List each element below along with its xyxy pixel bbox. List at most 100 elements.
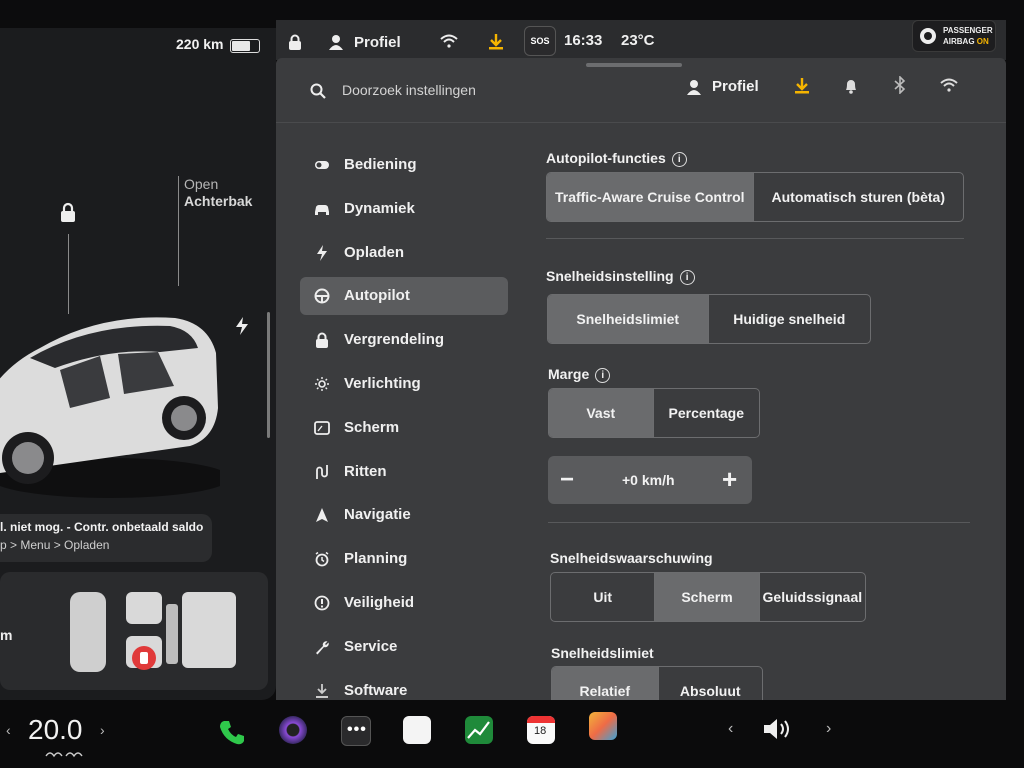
nav-item-verlichting[interactable]: Verlichting: [300, 365, 508, 403]
nav-item-scherm[interactable]: Scherm: [300, 409, 508, 447]
nav-item-label: Scherm: [344, 418, 400, 436]
divider: [548, 522, 970, 523]
trunk-pointer-line: [178, 176, 179, 286]
temp-down-chevron-icon[interactable]: ‹: [6, 722, 11, 738]
trips-icon: [316, 464, 328, 479]
nav-item-veiligheid[interactable]: Veiligheid: [300, 584, 508, 622]
margin-title: Marge i: [548, 366, 611, 383]
notice-path: p > Menu > Opladen: [0, 538, 110, 552]
calendar-icon[interactable]: 18: [527, 716, 555, 744]
download-icon[interactable]: [794, 77, 810, 95]
nav-item-software[interactable]: Software: [300, 672, 508, 700]
wrench-icon: [316, 641, 329, 655]
search-input[interactable]: Doorzoek instellingen: [342, 82, 476, 98]
volume-up-chevron-icon[interactable]: ›: [826, 720, 831, 738]
speed-offset-stepper: − +0 km/h +: [548, 456, 752, 504]
divider: [546, 238, 964, 239]
download-icon[interactable]: [488, 33, 504, 51]
nav-item-planning[interactable]: Planning: [300, 540, 508, 578]
option-snelheidslimiet[interactable]: Snelheidslimiet: [548, 295, 708, 343]
option-absoluut[interactable]: Absoluut: [657, 667, 763, 700]
nav-item-label: Opladen: [344, 243, 405, 261]
notice-title: l. niet mog. - Contr. onbetaald saldo: [0, 520, 204, 534]
toggle-icon: [315, 161, 329, 169]
option-percentage[interactable]: Percentage: [652, 389, 760, 437]
seat-occupancy-card[interactable]: m: [0, 572, 268, 690]
nav-item-service[interactable]: Service: [300, 628, 508, 666]
info-icon[interactable]: i: [679, 270, 695, 285]
option-relatief[interactable]: Relatief: [552, 667, 658, 700]
chart-app-icon[interactable]: [465, 716, 493, 744]
search-icon[interactable]: [310, 83, 326, 99]
nav-item-label: Dynamiek: [344, 199, 415, 217]
profile-icon[interactable]: [328, 34, 344, 50]
nav-item-opladen[interactable]: Opladen: [300, 234, 508, 272]
temp-up-chevron-icon[interactable]: ›: [100, 722, 105, 738]
bottom-dock: ‹ 20.0 › ••• 18 ‹ ›: [0, 700, 1024, 768]
info-icon[interactable]: i: [671, 152, 687, 167]
range-readout: 220 km: [176, 36, 224, 52]
cabin-temperature[interactable]: 20.0: [28, 714, 83, 746]
autopilot-functions-title: Autopilot-functies i: [546, 150, 687, 167]
nav-item-ritten[interactable]: Ritten: [300, 453, 508, 491]
header-profile-label[interactable]: Profiel: [712, 78, 759, 95]
settings-panel: Doorzoek instellingen Profiel Bediening D…: [276, 58, 1006, 700]
option-uit[interactable]: Uit: [551, 573, 654, 621]
nav-item-bediening[interactable]: Bediening: [300, 146, 508, 184]
option-traffic-aware-cruise-control[interactable]: Traffic-Aware Cruise Control: [547, 173, 753, 221]
option-vast[interactable]: Vast: [549, 389, 653, 437]
phone-icon[interactable]: [218, 718, 246, 746]
charging-notice[interactable]: l. niet mog. - Contr. onbetaald saldo p …: [0, 514, 212, 562]
toybox-app-icon[interactable]: [589, 712, 617, 740]
nav-item-vergrendeling[interactable]: Vergrendeling: [300, 321, 508, 359]
seat-card-label: m: [0, 627, 13, 643]
scrollbar[interactable]: [267, 312, 270, 438]
car-status-panel: 220 km Open Achterbak l. niet mog. - Con…: [0, 28, 276, 700]
nav-item-label: Bediening: [344, 156, 417, 173]
lock-icon[interactable]: [288, 34, 302, 50]
minus-button[interactable]: −: [560, 466, 574, 494]
profile-icon[interactable]: [686, 79, 702, 95]
nav-item-dynamiek[interactable]: Dynamiek: [300, 190, 508, 228]
speed-warning-title: Snelheidswaarschuwing: [550, 550, 713, 566]
wifi-icon[interactable]: [940, 78, 958, 92]
status-profile-label[interactable]: Profiel: [354, 34, 401, 51]
plus-button[interactable]: +: [722, 464, 737, 495]
option-geluidssignaal[interactable]: Geluidssignaal: [758, 573, 865, 621]
nav-item-label: Planning: [344, 550, 408, 568]
speed-offset-value: +0 km/h: [622, 472, 675, 488]
trunk-label[interactable]: Achterbak: [184, 193, 252, 209]
lock-icon: [316, 332, 328, 349]
nav-item-label: Autopilot: [344, 287, 410, 305]
option-automatisch-sturen-b-ta[interactable]: Automatisch sturen (bèta): [752, 173, 964, 221]
more-apps-icon[interactable]: •••: [341, 716, 371, 746]
option-scherm[interactable]: Scherm: [654, 573, 759, 621]
nav-item-label: Ritten: [344, 462, 387, 480]
speed-setting-selector: Snelheidslimiet Huidige snelheid: [547, 294, 871, 344]
bell-icon[interactable]: [844, 78, 858, 94]
seat-heater-icon[interactable]: [44, 748, 84, 758]
bluetooth-icon[interactable]: [894, 76, 906, 94]
energy-app-icon[interactable]: [403, 716, 431, 744]
volume-icon[interactable]: [762, 716, 796, 742]
display-icon: [314, 420, 330, 435]
sos-button[interactable]: SOS: [524, 26, 556, 56]
nav-item-label: Verlichting: [344, 375, 421, 392]
nav-item-autopilot[interactable]: Autopilot: [300, 277, 508, 316]
trunk-state-label[interactable]: Open: [184, 176, 218, 192]
speed-limit-title: Snelheidslimiet: [551, 645, 654, 661]
seat-map-icon: [70, 592, 236, 672]
option-huidige-snelheid[interactable]: Huidige snelheid: [707, 295, 871, 343]
nav-item-label: Navigatie: [344, 506, 411, 524]
volume-down-chevron-icon[interactable]: ‹: [728, 720, 733, 738]
car-icon: [315, 204, 329, 215]
margin-selector: Vast Percentage: [548, 388, 760, 438]
lock-icon[interactable]: [58, 202, 78, 224]
info-icon[interactable]: i: [595, 368, 611, 383]
passenger-airbag-indicator: PASSENGER AIRBAG ON: [912, 20, 996, 52]
airbag-icon: [920, 28, 936, 44]
camera-app-icon[interactable]: [279, 716, 307, 744]
nav-item-navigatie[interactable]: Navigatie: [300, 496, 508, 534]
alert-circle-icon: [314, 595, 330, 611]
charge-port-bolt-icon[interactable]: [234, 316, 250, 336]
